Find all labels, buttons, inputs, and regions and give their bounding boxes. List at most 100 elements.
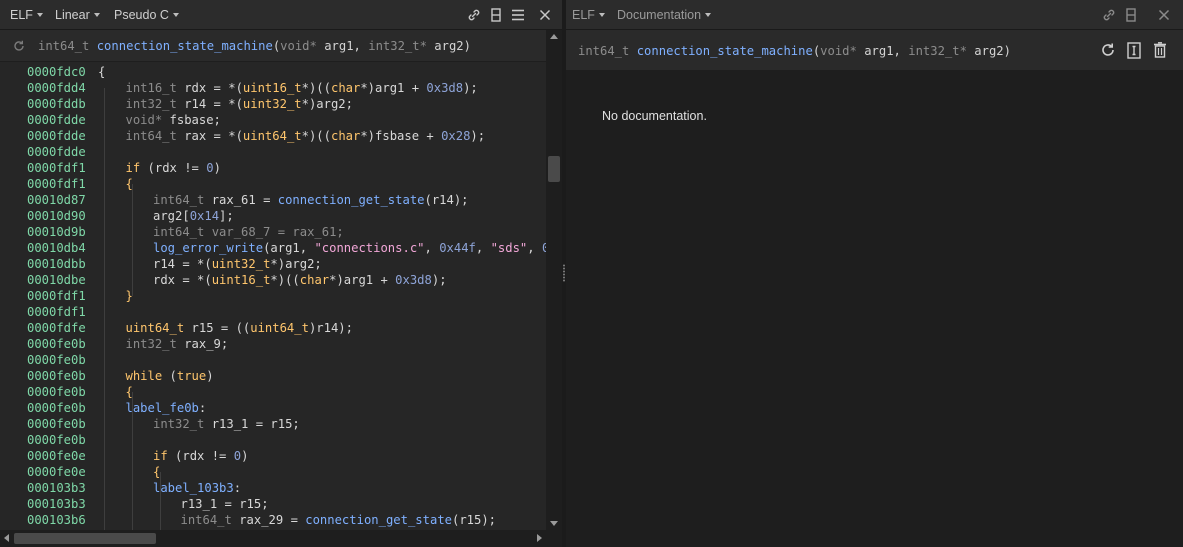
code-token[interactable]: ); xyxy=(432,273,447,287)
code-line[interactable]: 0000fe0e { xyxy=(0,464,546,480)
line-code[interactable]: int64_t rax = *(uint64_t*)((char*)fsbase… xyxy=(126,128,486,144)
code-token[interactable]: )r14); xyxy=(309,321,353,335)
code-token[interactable]: while xyxy=(126,369,163,383)
line-address[interactable]: 0000fe0b xyxy=(27,416,86,432)
line-code[interactable]: if (rdx != 0) xyxy=(153,448,248,464)
code-token[interactable]: : xyxy=(234,481,241,495)
code-line[interactable]: 0000fe0b { xyxy=(0,384,546,400)
code-token[interactable]: { xyxy=(126,385,133,399)
line-address[interactable]: 0000fdf1 xyxy=(27,288,86,304)
vertical-scrollbar[interactable] xyxy=(546,30,562,530)
line-code[interactable]: void* fsbase; xyxy=(126,112,221,128)
line-code[interactable]: r13_1 = r15; xyxy=(181,496,269,512)
line-code[interactable]: int64_t var_68_7 = rax_61; xyxy=(153,224,344,240)
code-line[interactable]: 0000fdc0 { xyxy=(0,64,546,80)
code-token[interactable]: (r15); xyxy=(452,513,496,527)
reload-icon[interactable] xyxy=(12,39,26,53)
code-token[interactable]: *)arg2; xyxy=(302,97,353,111)
code-token[interactable]: 0x14 xyxy=(190,209,219,223)
function-name[interactable]: connection_state_machine xyxy=(97,39,273,53)
split-pane-icon[interactable] xyxy=(487,6,505,24)
code-token[interactable]: int32_t xyxy=(126,97,177,111)
text-cursor-icon[interactable] xyxy=(1125,41,1143,59)
code-line[interactable]: 0000fdf1} xyxy=(0,288,546,304)
line-code[interactable]: int64_t rax_29 = connection_get_state(r1… xyxy=(181,512,497,528)
code-token[interactable]: uint64_t xyxy=(126,321,185,335)
line-code[interactable]: label_103b3: xyxy=(153,480,241,496)
line-code[interactable]: int16_t rdx = *(uint16_t*)((char*)arg1 +… xyxy=(126,80,478,96)
code-token[interactable]: 0x44f xyxy=(439,241,476,255)
line-code[interactable]: } xyxy=(126,288,133,304)
code-token[interactable]: , xyxy=(527,241,542,255)
code-line[interactable]: 0000fdde int64_t rax = *(uint64_t*)((char… xyxy=(0,128,546,144)
code-line[interactable]: 0000fdf1 if (rdx != 0) xyxy=(0,160,546,176)
function-signature[interactable]: int64_t connection_state_machine(void* a… xyxy=(38,39,471,53)
code-token[interactable]: r14 = *( xyxy=(177,97,243,111)
code-token[interactable]: uint32_t xyxy=(212,257,271,271)
code-line[interactable]: 0000fe0b label_fe0b: xyxy=(0,400,546,416)
code-token[interactable]: *)arg2; xyxy=(270,257,321,271)
hamburger-menu-icon[interactable] xyxy=(509,6,527,24)
line-code[interactable]: int32_t rax_9; xyxy=(126,336,229,352)
code-token[interactable]: r15 = (( xyxy=(184,321,251,335)
code-line[interactable]: 0000fdf1 { xyxy=(0,176,546,192)
code-token[interactable]: *)fsbase + xyxy=(360,129,441,143)
link-icon[interactable] xyxy=(1100,6,1118,24)
line-address[interactable]: 0000fdde xyxy=(27,128,86,144)
code-line[interactable]: 0000fe0b int32_t rax_9; xyxy=(0,336,546,352)
line-address[interactable]: 0000fdde xyxy=(27,144,86,160)
line-address[interactable]: 0000fe0b xyxy=(27,368,86,384)
code-token[interactable]: uint64_t xyxy=(250,321,309,335)
code-token[interactable]: r14 = *( xyxy=(153,257,212,271)
code-line[interactable]: 0000fe0b xyxy=(0,352,546,368)
code-line[interactable]: 0000fddb int32_t r14 = *(uint32_t*)arg2; xyxy=(0,96,546,112)
code-token[interactable]: ); xyxy=(470,129,485,143)
line-code[interactable]: uint64_t r15 = ((uint64_t)r14); xyxy=(126,320,353,336)
line-address[interactable]: 00010d9b xyxy=(27,224,86,240)
code-token[interactable]: (r14); xyxy=(425,193,469,207)
code-token[interactable]: { xyxy=(153,465,160,479)
split-pane-icon[interactable] xyxy=(1122,6,1140,24)
code-token[interactable]: (rdx != xyxy=(168,449,234,463)
code-token[interactable]: 0x28 xyxy=(441,129,470,143)
code-token[interactable]: log_error_write xyxy=(153,241,263,255)
line-code[interactable]: { xyxy=(126,176,133,192)
view-type-dropdown[interactable]: Linear xyxy=(55,8,100,22)
line-address[interactable]: 00010d87 xyxy=(27,192,86,208)
line-code[interactable]: { xyxy=(126,384,133,400)
code-line[interactable]: 00010d87 int64_t rax_61 = connection_get_… xyxy=(0,192,546,208)
language-dropdown[interactable]: Pseudo C xyxy=(114,8,179,22)
line-address[interactable]: 0000fe0e xyxy=(27,448,86,464)
line-address[interactable]: 0000fe0b xyxy=(27,432,86,448)
code-token[interactable]: ) xyxy=(214,161,221,175)
vertical-scroll-thumb[interactable] xyxy=(548,156,560,182)
code-token[interactable]: "sds" xyxy=(491,241,528,255)
code-token[interactable]: 0x3d8 xyxy=(426,81,463,95)
code-token[interactable]: ) xyxy=(206,369,213,383)
code-line[interactable]: 000103b3 label_103b3: xyxy=(0,480,546,496)
code-token[interactable]: connection_get_state xyxy=(278,193,425,207)
line-address[interactable]: 00010d90 xyxy=(27,208,86,224)
line-code[interactable]: if (rdx != 0) xyxy=(126,160,221,176)
code-token[interactable]: int64_t var_68_7 = rax_61; xyxy=(153,225,344,239)
pseudo-c-code-view[interactable]: 0000fdc0{0000fdd4 int16_t rdx = *(uint16_… xyxy=(0,62,546,530)
code-token[interactable]: "connections.c" xyxy=(314,241,424,255)
code-token[interactable]: rax_61 = xyxy=(204,193,277,207)
code-token[interactable]: int32_t xyxy=(126,337,177,351)
link-icon[interactable] xyxy=(465,6,483,24)
line-code[interactable]: int64_t rax_61 = connection_get_state(r1… xyxy=(153,192,469,208)
binary-view-dropdown[interactable]: ELF xyxy=(572,8,605,22)
code-token[interactable]: r13_1 = r15; xyxy=(181,497,269,511)
code-token[interactable]: ]; xyxy=(219,209,234,223)
trash-icon[interactable] xyxy=(1151,41,1169,59)
code-token[interactable]: arg2[ xyxy=(153,209,190,223)
code-token[interactable]: rax_29 = xyxy=(232,513,305,527)
code-line[interactable]: 00010dbe rdx = *(uint16_t*)((char*)arg1 +… xyxy=(0,272,546,288)
code-token[interactable]: rax = *( xyxy=(177,129,243,143)
horizontal-scroll-thumb[interactable] xyxy=(14,533,156,544)
line-code[interactable]: int32_t r13_1 = r15; xyxy=(153,416,300,432)
refresh-icon[interactable] xyxy=(1099,41,1117,59)
line-code[interactable]: r14 = *(uint32_t*)arg2; xyxy=(153,256,322,272)
code-line[interactable]: 0000fdde void* fsbase; xyxy=(0,112,546,128)
code-token[interactable]: ) xyxy=(241,449,248,463)
